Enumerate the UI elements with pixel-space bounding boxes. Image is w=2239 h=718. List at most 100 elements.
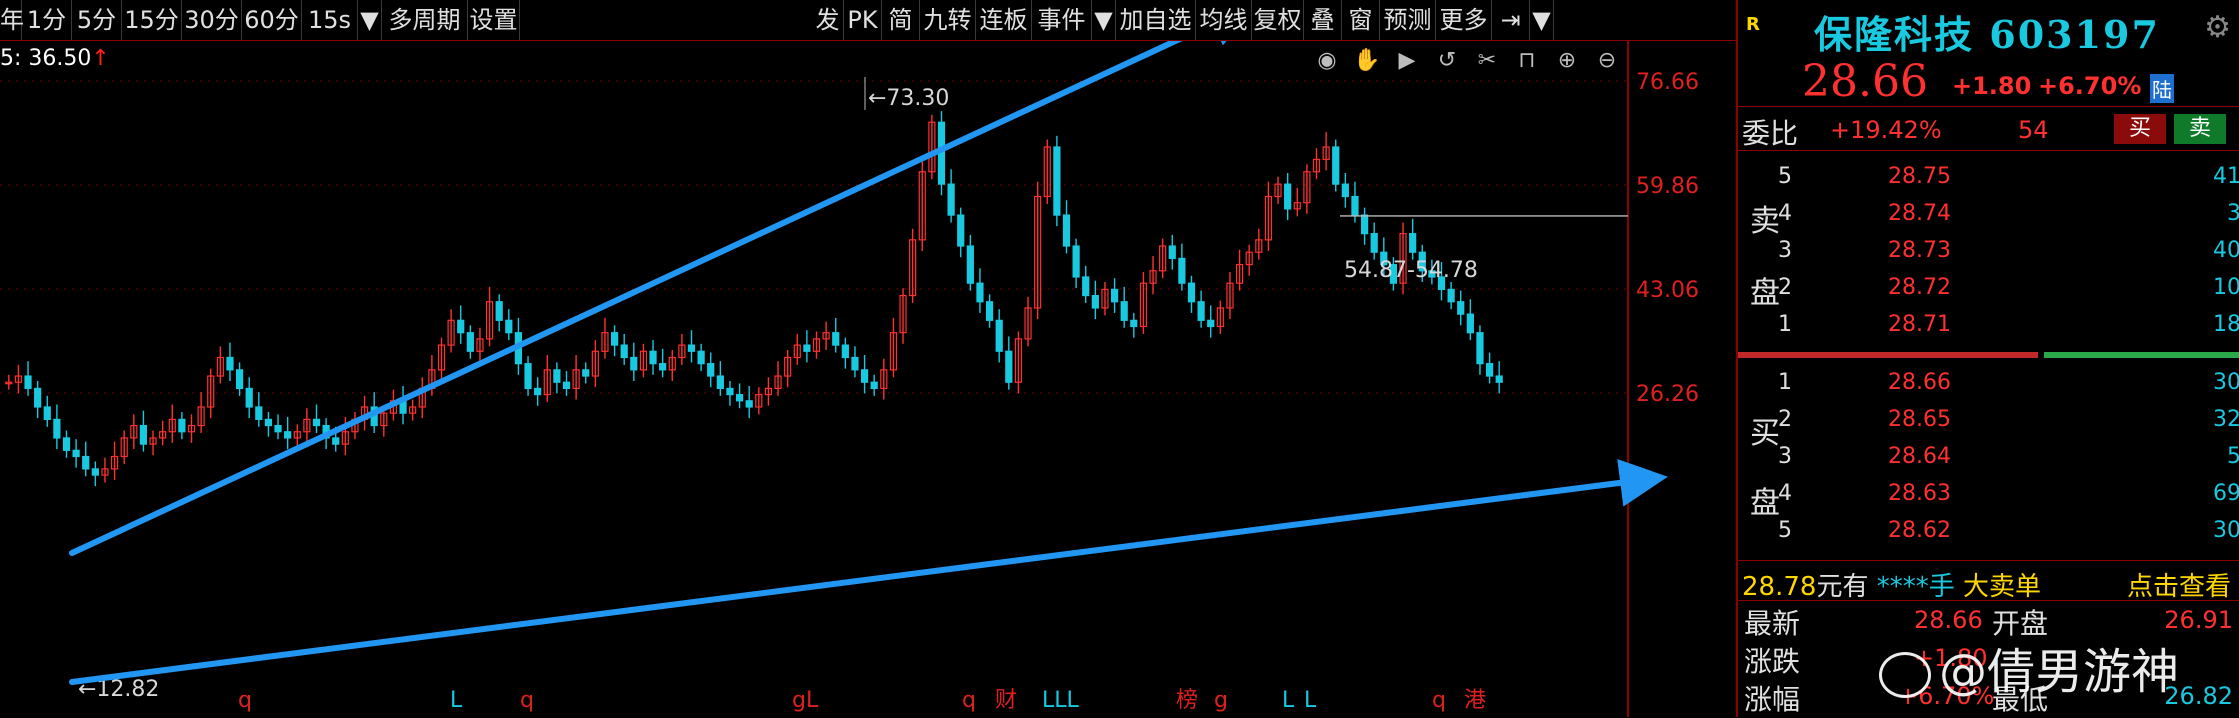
bid-row[interactable]: 3 28.64 5: [1738, 438, 2239, 475]
candle-body: [1332, 146, 1340, 185]
toolbar-item-22[interactable]: 预测: [1380, 0, 1436, 40]
ask-level: 5: [1778, 164, 1792, 189]
candle-body: [34, 387, 42, 408]
y-tick-label: 43.06: [1636, 278, 1699, 303]
candle-body: [457, 319, 465, 334]
candle-body: [91, 468, 99, 476]
candle-body: [726, 387, 734, 396]
last-price: 28.66: [1802, 56, 1928, 107]
zoom-out-icon[interactable]: ⊖: [1592, 46, 1622, 76]
ask-volume: 41: [2213, 164, 2239, 189]
candle-body: [582, 369, 590, 377]
undo-icon[interactable]: ↺: [1432, 46, 1462, 76]
kline-chart[interactable]: 76.66 59.86 43.06 26.26 ←73.30 ←12.82 54.87-54…: [0, 41, 1736, 717]
weibi-value: +19.42%: [1830, 116, 1942, 144]
toolbar-item-23[interactable]: 更多: [1436, 0, 1492, 40]
ask-row[interactable]: 1 28.71 18: [1738, 306, 2239, 343]
candle-body: [495, 301, 503, 321]
chart-canvas[interactable]: 76.6659.8643.0626.26←73.30←12.8254.87-54…: [0, 41, 1736, 717]
candle-body: [1072, 245, 1080, 278]
lock-icon[interactable]: ⊓: [1512, 46, 1542, 76]
candle-body: [82, 455, 90, 470]
candle-body: [610, 332, 619, 346]
price-annotation: 54.87-54.78: [1344, 258, 1478, 283]
ask-row[interactable]: 4 28.74 3: [1738, 195, 2239, 232]
candle-body: [1062, 214, 1071, 247]
event-marker: LLL: [1042, 688, 1080, 713]
weicha-value: 54: [2018, 116, 2049, 144]
play-icon[interactable]: ▶: [1392, 46, 1422, 76]
event-marker: gL: [792, 688, 819, 713]
bid-volume: 5: [2227, 444, 2239, 469]
toolbar-item-19[interactable]: 复权: [1252, 0, 1304, 40]
event-marker: L: [1282, 688, 1295, 713]
toolbar-item-24[interactable]: ⇥: [1492, 0, 1530, 40]
scissors-icon[interactable]: ✂: [1472, 46, 1502, 76]
buy-button[interactable]: 买: [2114, 114, 2166, 144]
event-marker: L: [450, 688, 463, 713]
toolbar-item-8[interactable]: 多周期: [382, 0, 468, 40]
zoom-in-icon[interactable]: ⊕: [1552, 46, 1582, 76]
candle-body: [957, 214, 965, 247]
candle-body: [1476, 332, 1484, 365]
ask-volume: 18: [2213, 312, 2239, 337]
toolbar-item-2[interactable]: 5分: [72, 0, 122, 40]
divider: [1738, 560, 2239, 561]
toolbar-item-25[interactable]: ▼: [1530, 0, 1554, 40]
candle-body: [264, 418, 273, 427]
toolbar-item-12[interactable]: 简: [882, 0, 920, 40]
weibo-watermark: @倩男游神: [1878, 632, 2179, 702]
candle-body: [995, 319, 1003, 352]
toolbar-item-17[interactable]: 加自选: [1116, 0, 1196, 40]
toolbar-item-1[interactable]: 1分: [22, 0, 72, 40]
ask-row[interactable]: 3 28.73 40: [1738, 232, 2239, 269]
bid-row[interactable]: 4 28.63 69: [1738, 475, 2239, 512]
eye-icon[interactable]: ◉: [1312, 46, 1342, 76]
candle-body: [1409, 233, 1417, 253]
candle-body: [1005, 350, 1013, 383]
candle-body: [1485, 363, 1494, 377]
toolbar-item-4[interactable]: 30分: [182, 0, 242, 40]
hand-icon[interactable]: ✋: [1352, 46, 1382, 76]
candle-body: [178, 418, 186, 433]
toolbar-item-11[interactable]: PK: [844, 0, 882, 40]
toolbar-item-5[interactable]: 60分: [242, 0, 302, 40]
toolbar-item-6[interactable]: 15s: [302, 0, 358, 40]
gear-icon[interactable]: ⚙: [2204, 10, 2231, 45]
toolbar-item-16[interactable]: ▼: [1092, 0, 1116, 40]
view-details-link[interactable]: 点击查看: [2127, 566, 2231, 603]
toolbar-item-21[interactable]: 窗: [1342, 0, 1380, 40]
candle-body: [312, 418, 321, 427]
toolbar-item-7[interactable]: ▼: [358, 0, 382, 40]
ask-row[interactable]: 5 28.75 41: [1738, 158, 2239, 195]
stock-title: 保隆科技 603197: [1814, 4, 2160, 59]
toolbar-item-9[interactable]: 设置: [468, 0, 520, 40]
candle-body: [707, 363, 715, 377]
candle-body: [966, 245, 974, 284]
weibi-label: 委比: [1742, 117, 1799, 150]
candle-body: [860, 369, 869, 383]
open-value: 26.91: [2164, 606, 2233, 634]
bid-row[interactable]: 5 28.62 30: [1738, 512, 2239, 549]
toolbar-item-20[interactable]: 叠: [1304, 0, 1342, 40]
stock-name: 保隆科技: [1814, 12, 1975, 57]
bid-row[interactable]: 1 28.66 30: [1738, 364, 2239, 401]
candle-body: [1284, 183, 1292, 210]
sell-button[interactable]: 卖: [2174, 114, 2226, 144]
candle-body: [1360, 214, 1369, 235]
toolbar-item-18[interactable]: 均线: [1196, 0, 1252, 40]
y-tick-label: 26.26: [1636, 382, 1699, 407]
ask-price: 28.71: [1888, 312, 1951, 337]
candle-body: [1341, 183, 1349, 198]
toolbar-item-0[interactable]: 年: [0, 0, 24, 40]
toolbar-item-15[interactable]: 事件: [1032, 0, 1092, 40]
bid-row[interactable]: 2 28.65 32: [1738, 401, 2239, 438]
ask-row[interactable]: 2 28.72 10: [1738, 269, 2239, 306]
toolbar-item-13[interactable]: 九转: [920, 0, 976, 40]
toolbar-item-10[interactable]: 发: [812, 0, 844, 40]
bid-level: 2: [1778, 407, 1792, 432]
candle-body: [659, 363, 667, 371]
candle-body: [139, 424, 148, 445]
toolbar-item-3[interactable]: 15分: [122, 0, 182, 40]
toolbar-item-14[interactable]: 连板: [976, 0, 1032, 40]
